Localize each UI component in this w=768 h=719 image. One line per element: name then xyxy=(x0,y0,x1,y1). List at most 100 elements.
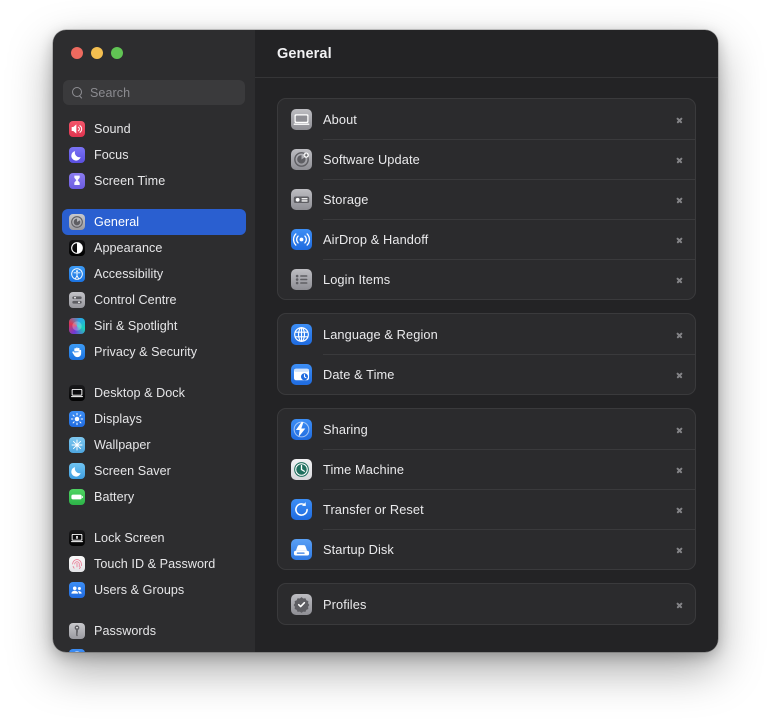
sidebar-item-wallpaper[interactable]: Wallpaper xyxy=(62,432,246,458)
sidebar-item-label: Desktop & Dock xyxy=(94,386,185,400)
sidebar-item-internet-accounts[interactable]: Internet Accounts xyxy=(62,644,246,652)
sidebar-item-general[interactable]: General xyxy=(62,209,246,235)
settings-row-profiles[interactable]: Profiles xyxy=(278,584,695,624)
sidebar-item-label: Screen Saver xyxy=(94,464,171,478)
page-title: General xyxy=(277,45,332,62)
chevron-right-icon xyxy=(676,113,683,125)
sidebar-item-screen-saver[interactable]: Screen Saver xyxy=(62,458,246,484)
transfer-reset-icon xyxy=(291,498,312,520)
sidebar-item-label: Wallpaper xyxy=(94,438,151,452)
sidebar-item-displays[interactable]: Displays xyxy=(62,406,246,432)
sidebar-item-label: Accessibility xyxy=(94,267,164,281)
sidebar-item-desktop-dock[interactable]: Desktop & Dock xyxy=(62,380,246,406)
settings-row-airdrop-handoff[interactable]: AirDrop & Handoff xyxy=(278,219,695,259)
sidebar-item-label: Appearance xyxy=(94,241,163,255)
sidebar-item-touch-id-password[interactable]: Touch ID & Password xyxy=(62,551,246,577)
general-icon xyxy=(69,214,85,230)
settings-row-label: About xyxy=(323,111,357,127)
siri-icon xyxy=(69,318,85,334)
settings-row-label: Time Machine xyxy=(323,461,405,477)
settings-row-time-machine[interactable]: Time Machine xyxy=(278,449,695,489)
chevron-right-icon xyxy=(676,193,683,205)
settings-row-transfer-or-reset[interactable]: Transfer or Reset xyxy=(278,489,695,529)
sidebar-item-battery[interactable]: Battery xyxy=(62,484,246,510)
date-time-icon xyxy=(291,363,312,385)
close-button[interactable] xyxy=(71,47,83,59)
appearance-icon xyxy=(69,240,85,256)
sidebar-group-separator xyxy=(62,194,246,209)
sidebar-item-label: Lock Screen xyxy=(94,531,165,545)
zoom-button[interactable] xyxy=(111,47,123,59)
settings-group: Profiles xyxy=(277,583,696,625)
sidebar-item-screen-time[interactable]: Screen Time xyxy=(62,168,246,194)
settings-row-sharing[interactable]: Sharing xyxy=(278,409,695,449)
settings-row-label: Login Items xyxy=(323,271,391,287)
minimize-button[interactable] xyxy=(91,47,103,59)
desktop-background: Search Sound Focus Screen Time General Appea… xyxy=(0,0,768,719)
settings-row-login-items[interactable]: Login Items xyxy=(278,259,695,299)
sidebar-item-passwords[interactable]: Passwords xyxy=(62,618,246,644)
sidebar-item-label: Battery xyxy=(94,490,135,504)
wallpaper-icon xyxy=(69,437,85,453)
chevron-right-icon xyxy=(676,543,683,555)
sidebar-item-label: Screen Time xyxy=(94,174,166,188)
traffic-lights xyxy=(62,30,246,74)
search-field[interactable]: Search xyxy=(63,80,245,105)
sidebar-item-control-centre[interactable]: Control Centre xyxy=(62,287,246,313)
airdrop-handoff-icon xyxy=(291,228,312,250)
sidebar-item-label: Sound xyxy=(94,122,131,136)
chevron-right-icon xyxy=(676,328,683,340)
settings-row-date-time[interactable]: Date & Time xyxy=(278,354,695,394)
about-icon xyxy=(291,108,312,130)
accessibility-icon xyxy=(69,266,85,282)
sidebar-item-lock-screen[interactable]: Lock Screen xyxy=(62,525,246,551)
settings-group: Language & Region Date & Time xyxy=(277,313,696,395)
time-machine-icon xyxy=(291,458,312,480)
sidebar-item-label: Displays xyxy=(94,412,142,426)
internet-accounts-icon xyxy=(69,649,85,652)
chevron-right-icon xyxy=(676,503,683,515)
sound-icon xyxy=(69,121,85,137)
sidebar-item-label: Users & Groups xyxy=(94,583,185,597)
storage-icon xyxy=(291,188,312,210)
chevron-right-icon xyxy=(676,233,683,245)
sidebar-item-label: Touch ID & Password xyxy=(94,557,216,571)
sidebar-item-label: Control Centre xyxy=(94,293,177,307)
screen-saver-icon xyxy=(69,463,85,479)
settings-group: About Software Update Storage AirDrop & Han… xyxy=(277,98,696,300)
main-panel: General About Software Update Storage AirDr… xyxy=(255,30,718,652)
sidebar-item-label: General xyxy=(94,215,140,229)
chevron-right-icon xyxy=(676,368,683,380)
sidebar-item-sound[interactable]: Sound xyxy=(62,116,246,142)
settings-row-about[interactable]: About xyxy=(278,99,695,139)
settings-row-label: Storage xyxy=(323,191,369,207)
settings-row-language-region[interactable]: Language & Region xyxy=(278,314,695,354)
settings-row-startup-disk[interactable]: Startup Disk xyxy=(278,529,695,569)
screen-time-icon xyxy=(69,173,85,189)
chevron-right-icon xyxy=(676,423,683,435)
search-placeholder: Search xyxy=(90,85,131,100)
settings-row-storage[interactable]: Storage xyxy=(278,179,695,219)
settings-list: About Software Update Storage AirDrop & Han… xyxy=(255,78,718,652)
settings-row-label: Transfer or Reset xyxy=(323,501,424,517)
battery-icon xyxy=(69,489,85,505)
settings-row-label: Startup Disk xyxy=(323,541,394,557)
sidebar-item-appearance[interactable]: Appearance xyxy=(62,235,246,261)
sidebar-item-siri-spotlight[interactable]: Siri & Spotlight xyxy=(62,313,246,339)
sidebar-item-label: Siri & Spotlight xyxy=(94,319,178,333)
settings-row-label: Profiles xyxy=(323,596,367,612)
settings-row-label: Date & Time xyxy=(323,366,395,382)
sidebar-item-accessibility[interactable]: Accessibility xyxy=(62,261,246,287)
chevron-right-icon xyxy=(676,463,683,475)
settings-row-software-update[interactable]: Software Update xyxy=(278,139,695,179)
system-settings-window: Search Sound Focus Screen Time General Appea… xyxy=(53,30,718,652)
sidebar-item-users-groups[interactable]: Users & Groups xyxy=(62,577,246,603)
search-icon xyxy=(71,86,84,99)
login-items-icon xyxy=(291,268,312,290)
settings-row-label: Software Update xyxy=(323,151,420,167)
settings-row-label: Language & Region xyxy=(323,326,438,342)
sidebar-item-label: Passwords xyxy=(94,624,157,638)
sidebar-item-focus[interactable]: Focus xyxy=(62,142,246,168)
sidebar-group-separator xyxy=(62,603,246,618)
sidebar-item-privacy-security[interactable]: Privacy & Security xyxy=(62,339,246,365)
